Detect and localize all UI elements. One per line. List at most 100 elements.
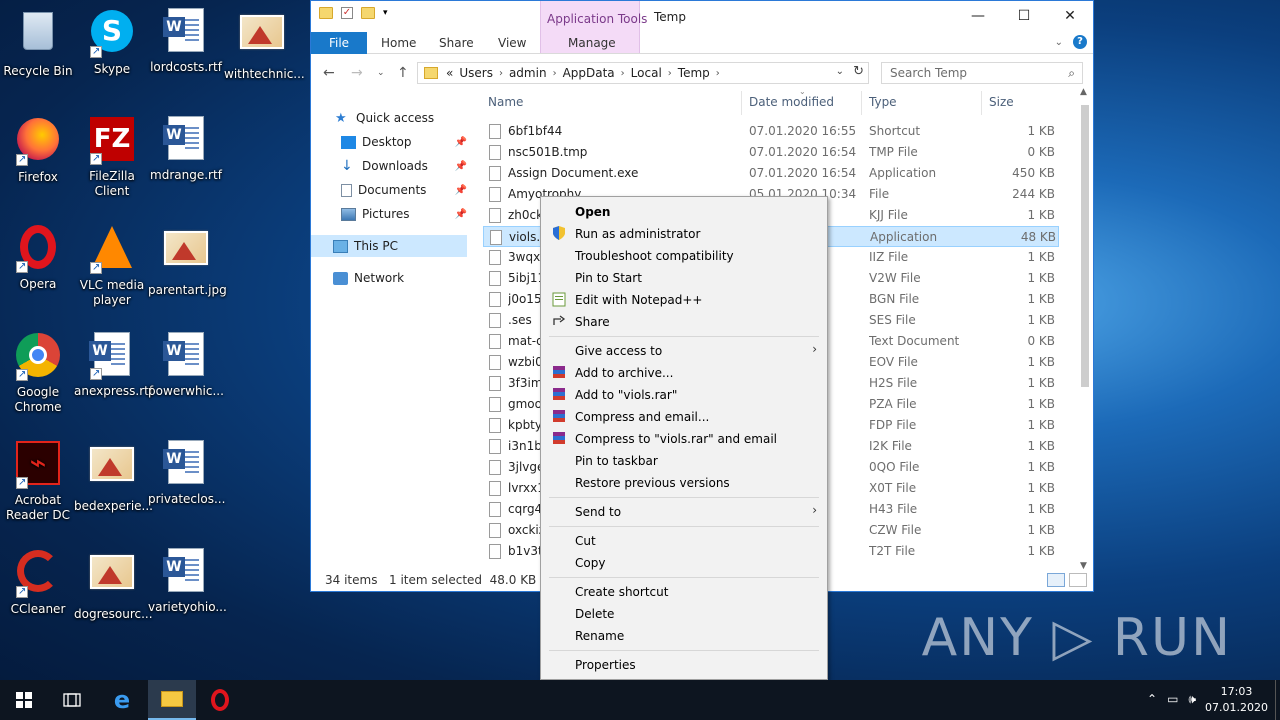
- breadcrumb-overflow[interactable]: «: [446, 66, 453, 80]
- taskbar-edge[interactable]: e: [98, 680, 146, 720]
- expand-ribbon-icon[interactable]: ⌄: [1055, 37, 1063, 48]
- chevron-right-icon[interactable]: ›: [668, 68, 672, 79]
- network-tray-icon[interactable]: ▭: [1167, 692, 1178, 707]
- menu-properties[interactable]: Properties: [575, 658, 636, 672]
- menu-delete[interactable]: Delete: [575, 607, 614, 621]
- vertical-scrollbar[interactable]: ▲ ▼: [1079, 87, 1091, 571]
- desktop-icon-mdrange[interactable]: W mdrange.rtf: [148, 116, 224, 183]
- chevron-up-icon[interactable]: ⌃: [1147, 692, 1157, 707]
- back-arrow-icon[interactable]: ←: [323, 65, 335, 81]
- menu-troubleshoot[interactable]: Troubleshoot compatibility: [575, 249, 734, 263]
- desktop-icon-opera[interactable]: Opera: [0, 224, 76, 292]
- breadcrumb-temp[interactable]: Temp: [678, 66, 710, 80]
- desktop-icon-firefox[interactable]: Firefox: [0, 116, 76, 185]
- desktop-icon-recycle-bin[interactable]: Recycle Bin: [0, 8, 76, 79]
- breadcrumb-admin[interactable]: admin: [509, 66, 547, 80]
- menu-restore-versions[interactable]: Restore previous versions: [575, 476, 730, 490]
- maximize-button[interactable]: ☐: [1001, 1, 1047, 32]
- menu-edit-notepad[interactable]: Edit with Notepad++: [575, 293, 702, 307]
- volume-icon[interactable]: 🕪: [1188, 692, 1196, 707]
- menu-add-archive[interactable]: Add to archive...: [575, 366, 673, 380]
- address-box[interactable]: « Users › admin › AppData › Local › Temp…: [417, 62, 869, 84]
- desktop-icon-anexpress[interactable]: W anexpress.rtf: [74, 332, 153, 399]
- tab-view[interactable]: View: [498, 36, 526, 50]
- column-header-date[interactable]: Date modified: [749, 95, 834, 109]
- desktop-icon-acrobat[interactable]: ⌁ Acrobat Reader DC: [0, 440, 76, 523]
- details-view-icon[interactable]: [1047, 573, 1065, 587]
- desktop-icon-bedexperie[interactable]: bedexperie...: [74, 440, 153, 514]
- desktop-icon-lordcosts[interactable]: W lordcosts.rtf: [148, 8, 224, 75]
- scroll-down-icon[interactable]: ▼: [1080, 561, 1087, 571]
- nav-documents[interactable]: Documents 📌: [341, 179, 497, 201]
- tab-home[interactable]: Home: [381, 36, 416, 50]
- table-row[interactable]: Assign Document.exe 07.01.2020 16:54 Appli…: [483, 163, 1059, 184]
- search-input[interactable]: Search Temp ⌕: [881, 62, 1083, 84]
- clock[interactable]: 17:03 07.01.2020: [1205, 684, 1268, 716]
- new-folder-qat-icon[interactable]: [361, 7, 375, 19]
- desktop-icon-skype[interactable]: S Skype: [74, 8, 150, 77]
- menu-create-shortcut[interactable]: Create shortcut: [575, 585, 668, 599]
- chevron-right-icon[interactable]: ›: [499, 68, 503, 79]
- desktop-icon-vlc[interactable]: VLC media player: [74, 224, 150, 308]
- menu-pin-start[interactable]: Pin to Start: [575, 271, 642, 285]
- refresh-icon[interactable]: ↻: [853, 64, 864, 79]
- desktop-icon-powerwhic[interactable]: W powerwhic...: [148, 332, 224, 399]
- scroll-thumb[interactable]: [1081, 105, 1089, 387]
- chevron-down-icon[interactable]: ▾: [383, 8, 388, 18]
- scroll-up-icon[interactable]: ▲: [1080, 87, 1087, 97]
- desktop-icon-varietyohio[interactable]: W varietyohio...: [148, 548, 227, 615]
- task-view-button[interactable]: [48, 680, 96, 720]
- column-header-type[interactable]: Type: [869, 95, 897, 109]
- breadcrumb-users[interactable]: Users: [459, 66, 493, 80]
- chevron-right-icon[interactable]: ›: [621, 68, 625, 79]
- help-icon[interactable]: ?: [1073, 35, 1087, 49]
- nav-this-pc[interactable]: This PC: [311, 235, 467, 257]
- address-dropdown-icon[interactable]: ⌄: [836, 66, 844, 77]
- show-desktop-button[interactable]: [1275, 680, 1280, 720]
- menu-share[interactable]: Share: [575, 315, 610, 329]
- tab-share[interactable]: Share: [439, 36, 474, 50]
- column-header-size[interactable]: Size: [989, 95, 1014, 109]
- recent-locations-chevron-icon[interactable]: ⌄: [377, 68, 385, 78]
- taskbar-file-explorer[interactable]: [148, 680, 196, 720]
- close-button[interactable]: ✕: [1047, 1, 1093, 32]
- menu-run-as-admin[interactable]: Run as administrator: [575, 227, 700, 241]
- menu-compress-email[interactable]: Compress and email...: [575, 410, 709, 424]
- properties-qat-icon[interactable]: ✓: [341, 7, 353, 19]
- minimize-button[interactable]: —: [955, 1, 1001, 32]
- menu-cut[interactable]: Cut: [575, 534, 596, 548]
- breadcrumb-appdata[interactable]: AppData: [563, 66, 615, 80]
- desktop-icon-privateclos[interactable]: W privateclos...: [148, 440, 225, 507]
- table-row[interactable]: nsc501B.tmp 07.01.2020 16:54 TMP File 0 KB: [483, 142, 1059, 163]
- pin-icon[interactable]: 📌: [455, 185, 467, 196]
- nav-network[interactable]: Network: [333, 267, 489, 289]
- desktop-icon-filezilla[interactable]: FZ FileZilla Client: [74, 116, 150, 199]
- menu-add-rar[interactable]: Add to "viols.rar": [575, 388, 677, 402]
- menu-rename[interactable]: Rename: [575, 629, 624, 643]
- column-header-name[interactable]: Name: [488, 95, 523, 109]
- pin-icon[interactable]: 📌: [455, 209, 467, 220]
- menu-send-to[interactable]: Send to: [575, 505, 621, 519]
- desktop-icon-withtechnic[interactable]: withtechnic...: [224, 8, 305, 82]
- nav-quick-access[interactable]: ★ Quick access: [335, 107, 491, 129]
- breadcrumb-local[interactable]: Local: [631, 66, 662, 80]
- menu-give-access[interactable]: Give access to: [575, 344, 662, 358]
- forward-arrow-icon[interactable]: →: [351, 65, 363, 81]
- large-icons-view-icon[interactable]: [1069, 573, 1087, 587]
- desktop-icon-chrome[interactable]: Google Chrome: [0, 332, 76, 415]
- menu-compress-rar-email[interactable]: Compress to "viols.rar" and email: [575, 432, 777, 446]
- tab-file[interactable]: File: [311, 32, 367, 54]
- nav-pictures[interactable]: Pictures 📌: [341, 203, 497, 225]
- up-arrow-icon[interactable]: ↑: [397, 65, 409, 81]
- nav-downloads[interactable]: ↓ Downloads 📌: [341, 155, 497, 177]
- title-bar[interactable]: ✓ ▾ Application Tools Temp — ☐ ✕: [311, 1, 1093, 54]
- desktop-icon-parentart[interactable]: parentart.jpg: [148, 224, 227, 298]
- chevron-right-icon[interactable]: ›: [716, 68, 720, 79]
- menu-copy[interactable]: Copy: [575, 556, 605, 570]
- tab-manage[interactable]: Manage: [568, 36, 616, 50]
- table-row[interactable]: 6bf1bf44 07.01.2020 16:55 Shortcut 1 KB: [483, 121, 1059, 142]
- start-button[interactable]: [0, 680, 48, 720]
- menu-open[interactable]: Open: [575, 205, 610, 219]
- pin-icon[interactable]: 📌: [455, 137, 467, 148]
- chevron-right-icon[interactable]: ›: [553, 68, 557, 79]
